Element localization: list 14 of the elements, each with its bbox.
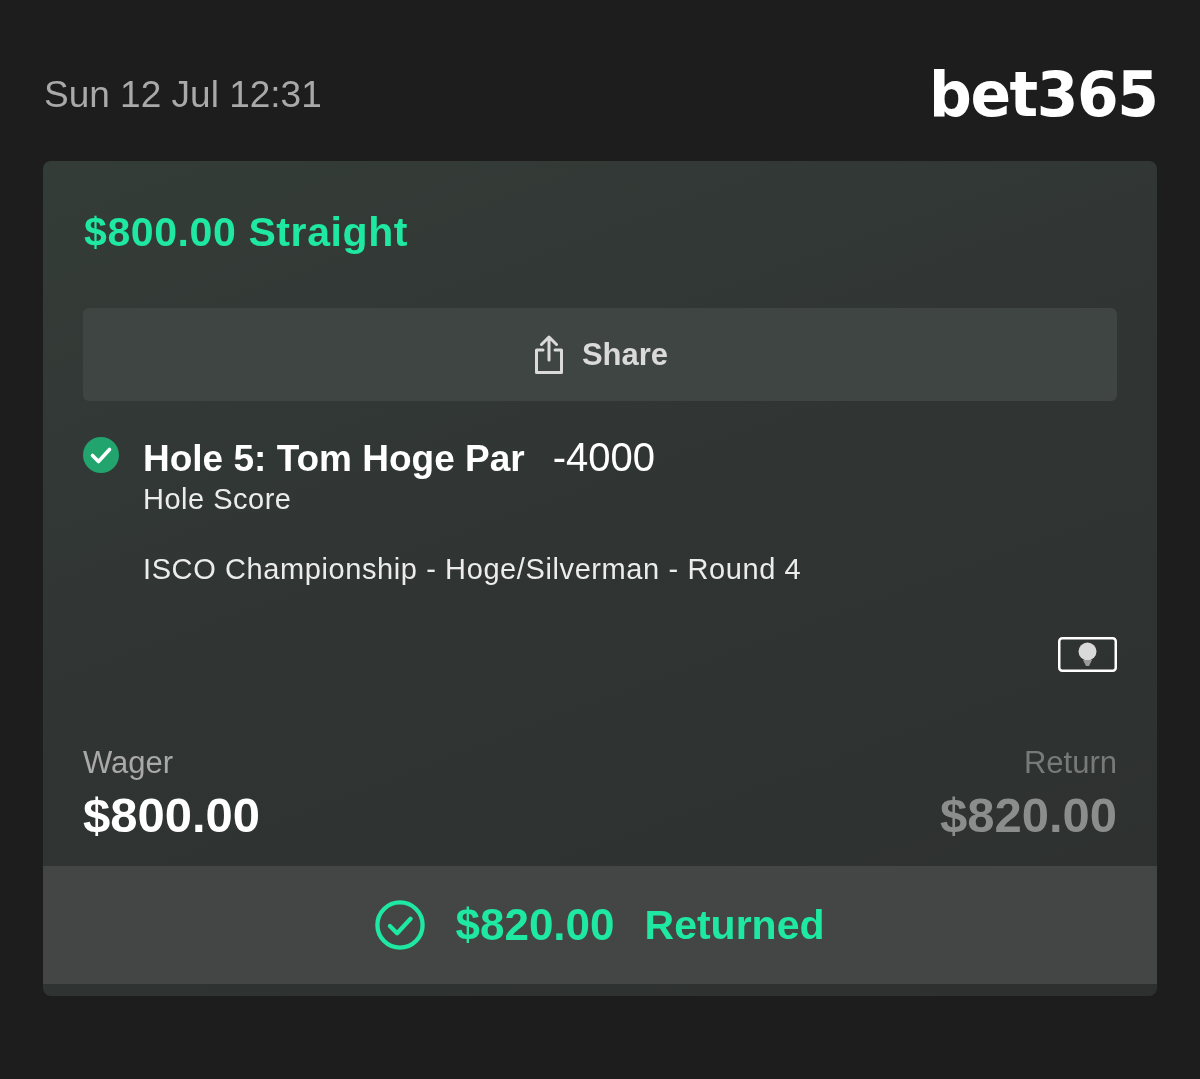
market-name: Hole Score bbox=[143, 483, 293, 515]
event-name: ISCO Championship - Hoge/Silverman - Round 4 bbox=[143, 553, 803, 585]
return-amount: $820.00 bbox=[939, 788, 1117, 842]
wager-label: Wager bbox=[83, 746, 174, 780]
selection-name: Hole 5: Tom Hoge Par bbox=[143, 439, 525, 479]
bet-title: $800.00 Straight bbox=[84, 212, 410, 253]
share-button[interactable]: Share bbox=[83, 308, 1117, 401]
date-time: Sun 12 Jul 12:31 bbox=[43, 75, 322, 113]
wager-amount: $800.00 bbox=[83, 788, 261, 842]
return-label: Return bbox=[1023, 746, 1117, 780]
logo: bet365 bbox=[928, 62, 1157, 126]
odds: -4000 bbox=[552, 437, 656, 477]
returned-amount: $820.00 bbox=[455, 903, 615, 947]
status-label: Returned bbox=[644, 904, 825, 946]
